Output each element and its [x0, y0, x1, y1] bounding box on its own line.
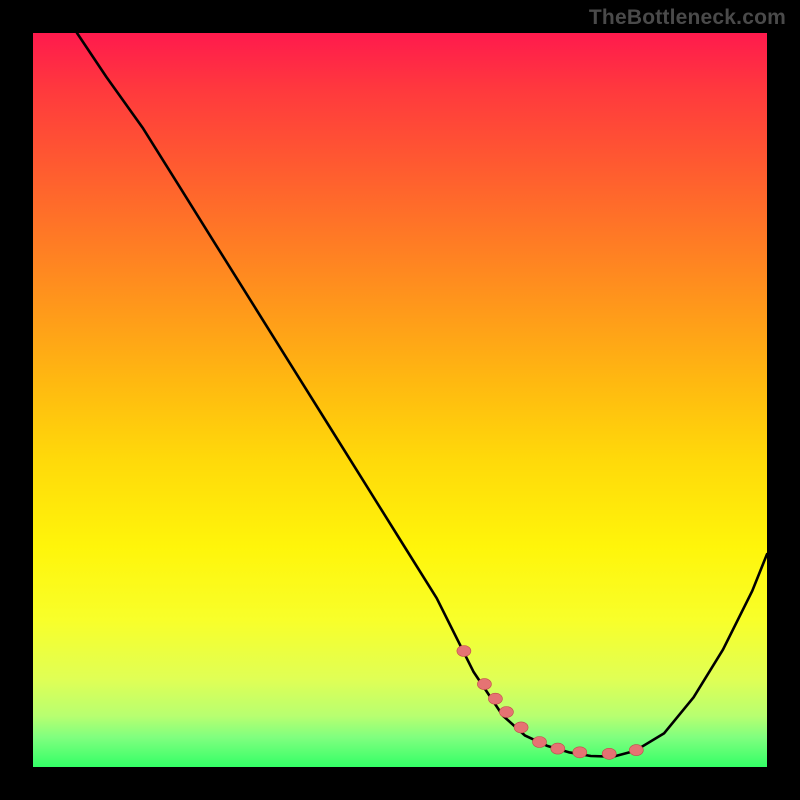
plot-area — [33, 33, 767, 767]
curve-marker — [488, 693, 502, 704]
curve-marker — [477, 679, 491, 690]
chart-frame: TheBottleneck.com — [0, 0, 800, 800]
curve-marker — [514, 722, 528, 733]
bottleneck-curve — [77, 33, 767, 757]
curve-marker — [629, 745, 643, 756]
curve-marker — [499, 707, 513, 718]
attribution-label: TheBottleneck.com — [589, 6, 786, 30]
curve-marker — [533, 737, 547, 748]
curve-marker — [551, 743, 565, 754]
marker-group — [457, 646, 643, 760]
curve-marker — [602, 748, 616, 759]
curve-marker — [573, 747, 587, 758]
curve-svg — [33, 33, 767, 767]
curve-marker — [457, 646, 471, 657]
